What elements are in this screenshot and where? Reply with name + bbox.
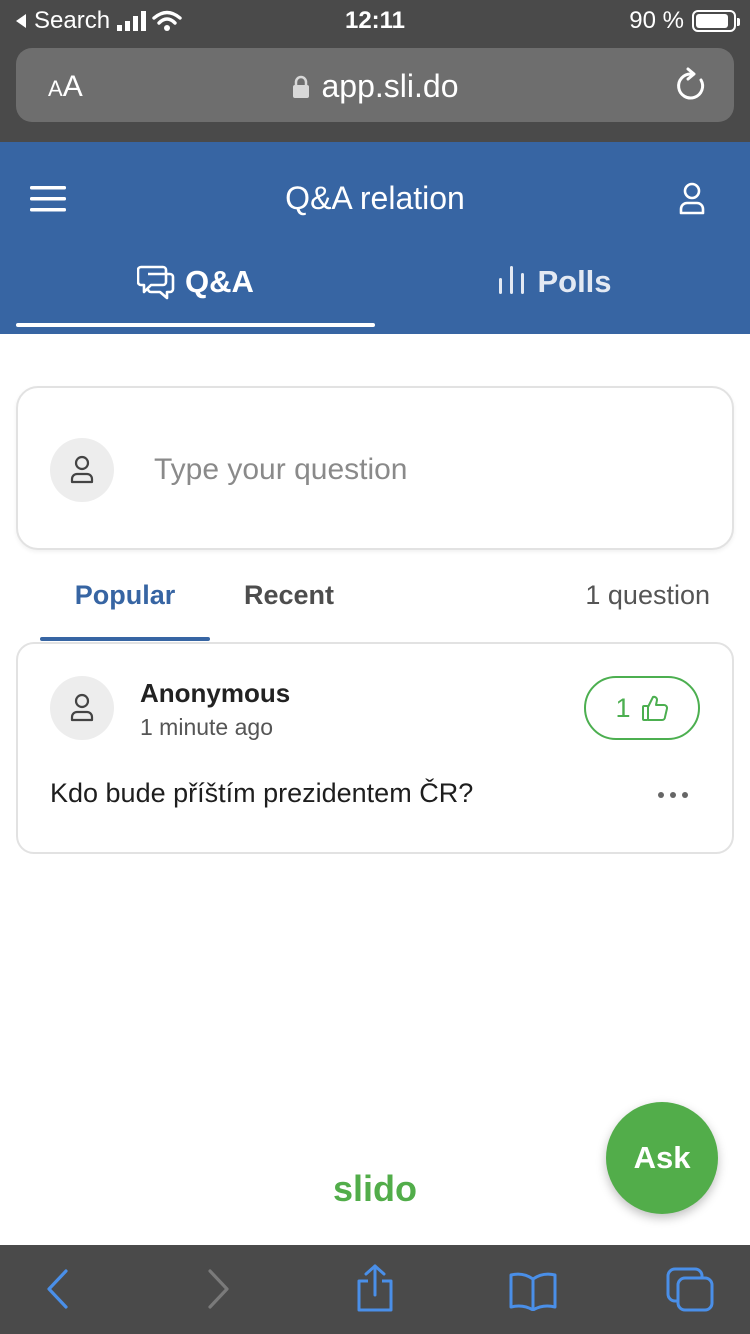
tabs-icon (666, 1267, 714, 1312)
url-text: app.sli.do (321, 68, 459, 104)
back-button[interactable] (44, 1267, 70, 1316)
question-time: 1 minute ago (140, 714, 273, 740)
ask-button[interactable]: Ask (606, 1102, 718, 1214)
app-header: Q&A relation Q&A Polls (0, 142, 750, 334)
book-icon (509, 1272, 557, 1312)
sort-tab-recent[interactable]: Recent (222, 580, 356, 611)
user-icon (679, 182, 705, 215)
more-options-button[interactable] (658, 792, 688, 798)
like-button[interactable]: 1 (584, 676, 700, 740)
share-button[interactable] (354, 1263, 396, 1318)
address-bar[interactable]: AA app.sli.do (16, 48, 734, 122)
thumbs-up-icon (641, 695, 668, 721)
browser-toolbar (0, 1245, 750, 1334)
tab-polls-label: Polls (537, 264, 612, 299)
question-card: Anonymous 1 minute ago 1 Kdo bude příští… (16, 642, 734, 854)
like-count: 1 (615, 692, 631, 723)
forward-button[interactable] (206, 1267, 232, 1316)
status-bar: Search 12:11 90 % (0, 0, 750, 42)
user-icon (70, 455, 94, 484)
question-author: Anonymous (140, 678, 291, 708)
question-input-card[interactable] (16, 386, 734, 550)
battery-level (696, 14, 729, 28)
active-sort-indicator (40, 637, 210, 641)
chat-bubbles-icon (137, 265, 175, 300)
url-display[interactable]: app.sli.do (16, 68, 734, 105)
reload-icon (677, 67, 705, 100)
sort-tab-popular[interactable]: Popular (40, 580, 210, 611)
question-count: 1 question (585, 580, 710, 610)
event-title: Q&A relation (285, 180, 465, 216)
tab-qa-label: Q&A (185, 264, 254, 299)
chevron-right-icon (208, 1269, 229, 1309)
share-icon (357, 1264, 393, 1312)
avatar (50, 438, 114, 502)
user-icon (70, 693, 94, 722)
avatar (50, 676, 114, 740)
chevron-left-icon (47, 1269, 68, 1309)
question-text: Kdo bude příštím prezidentem ČR? (50, 778, 474, 808)
battery-percent: 90 % (629, 7, 684, 34)
active-tab-indicator (16, 323, 375, 327)
battery-icon (692, 10, 740, 32)
tabs-button[interactable] (666, 1267, 714, 1318)
lock-icon (292, 75, 309, 98)
reload-button[interactable] (674, 66, 708, 109)
tab-polls[interactable]: Polls (375, 264, 734, 334)
profile-button[interactable] (678, 182, 706, 221)
bar-chart-icon (499, 266, 525, 294)
bookmarks-button[interactable] (508, 1271, 558, 1316)
question-input[interactable] (154, 446, 694, 494)
browser-chrome: AA app.sli.do (0, 42, 750, 142)
